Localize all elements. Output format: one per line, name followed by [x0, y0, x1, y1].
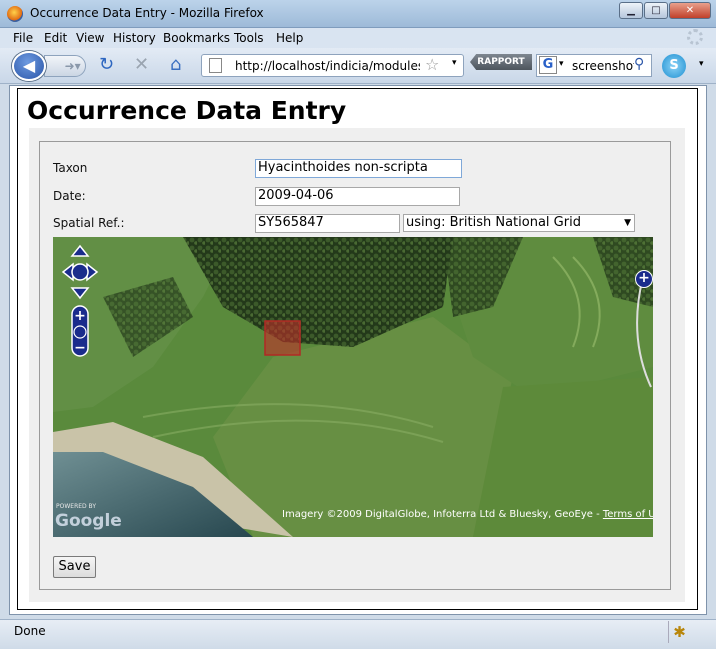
menu-tools[interactable]: Tools — [234, 31, 264, 45]
close-button[interactable]: ✕ — [669, 2, 711, 19]
spatial-ref-label: Spatial Ref.: — [53, 216, 125, 230]
layer-switcher-button[interactable]: + — [635, 270, 653, 288]
status-text: Done — [14, 624, 46, 638]
search-engine-icon[interactable]: G — [539, 56, 557, 74]
forward-button[interactable]: ➜▾ — [44, 55, 86, 77]
svg-text:−: − — [74, 340, 86, 356]
firebug-icon[interactable]: ✱ — [668, 621, 690, 643]
menu-file[interactable]: File — [13, 31, 33, 45]
window-title: Occurrence Data Entry - Mozilla Firefox — [30, 6, 264, 20]
minimize-button[interactable]: ▁ — [619, 2, 643, 19]
search-engine-dropdown-icon[interactable]: ▾ — [559, 59, 564, 69]
rapport-button[interactable]: RAPPORT — [470, 54, 532, 70]
svg-text:+: + — [74, 308, 86, 324]
status-bar — [0, 619, 716, 649]
home-icon[interactable]: ⌂ — [170, 55, 181, 75]
spatial-system-select[interactable]: using: British National Grid ▼ — [403, 214, 635, 232]
map-view[interactable]: + − + POWERED BY Google Imagery ©2009 Di… — [53, 237, 653, 537]
satellite-imagery — [53, 237, 653, 537]
page-title: Occurrence Data Entry — [27, 96, 347, 125]
back-arrow-icon: ◀ — [22, 56, 36, 75]
menu-bar — [0, 28, 716, 48]
spatial-system-value: British National Grid — [449, 215, 581, 230]
firefox-icon — [7, 6, 23, 22]
taxon-label: Taxon — [53, 161, 88, 175]
pan-down-icon — [70, 287, 90, 300]
date-input[interactable]: 2009-04-06 — [255, 187, 460, 206]
pan-up-icon — [70, 244, 90, 257]
using-label: using: — [406, 215, 446, 230]
search-icon[interactable]: ⚲ — [634, 56, 644, 72]
throbber-icon — [687, 29, 703, 45]
menu-edit[interactable]: Edit — [44, 31, 67, 45]
pan-zoom-controls[interactable]: + − — [61, 244, 99, 358]
reload-icon[interactable]: ↻ — [99, 55, 114, 75]
title-bar: Occurrence Data Entry - Mozilla Firefox … — [0, 0, 716, 28]
attribution-text: Imagery ©2009 DigitalGlobe, Infoterra Lt… — [282, 509, 603, 520]
terms-of-use-link[interactable]: Terms of Use — [603, 509, 653, 520]
menu-history[interactable]: History — [113, 31, 156, 45]
grid-square-marker — [264, 320, 301, 356]
search-input[interactable]: screenshot — [572, 59, 634, 73]
menu-help[interactable]: Help — [276, 31, 303, 45]
menu-view[interactable]: View — [76, 31, 104, 45]
save-button[interactable]: Save — [53, 556, 96, 578]
maximize-button[interactable]: □ — [644, 2, 668, 19]
url-text[interactable]: http://localhost/indicia/modules/c — [235, 59, 420, 73]
menu-bookmarks[interactable]: Bookmarks — [163, 31, 230, 45]
toolbar-overflow-icon[interactable]: ▾ — [699, 59, 704, 69]
powered-by-text: POWERED BY — [56, 503, 97, 510]
page-icon — [209, 58, 222, 73]
google-logo: Google — [55, 511, 122, 531]
taxon-input[interactable]: Hyacinthoides non-scripta — [255, 159, 462, 178]
map-attribution: Imagery ©2009 DigitalGlobe, Infoterra Lt… — [282, 509, 653, 520]
skype-icon[interactable]: S — [662, 54, 686, 78]
bookmark-star-icon[interactable]: ☆ — [425, 55, 439, 74]
date-label: Date: — [53, 189, 86, 203]
select-dropdown-icon: ▼ — [624, 218, 631, 228]
url-dropdown-icon[interactable]: ▾ — [452, 58, 457, 68]
spatial-ref-input[interactable]: SY565847 — [255, 214, 400, 233]
stop-icon[interactable]: ✕ — [134, 55, 149, 75]
back-button[interactable]: ◀ — [12, 51, 46, 81]
